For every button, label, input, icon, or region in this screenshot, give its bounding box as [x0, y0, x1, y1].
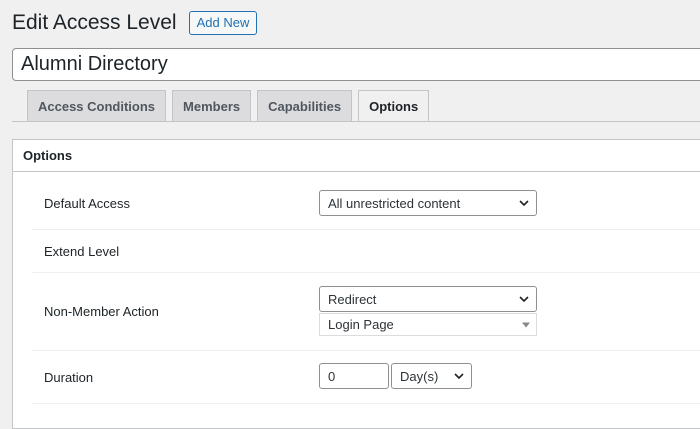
tab-members[interactable]: Members	[172, 90, 252, 121]
options-panel: Options Default Access All unrestricted …	[12, 139, 700, 429]
tab-capabilities[interactable]: Capabilities	[257, 90, 353, 121]
default-access-label: Default Access	[44, 196, 130, 211]
non-member-action-row: Non-Member Action Redirect Login Page	[32, 273, 700, 351]
page-title: Edit Access Level	[12, 11, 177, 34]
default-access-select[interactable]: All unrestricted content	[319, 190, 537, 216]
chevron-down-icon	[454, 373, 464, 379]
non-member-action-label: Non-Member Action	[44, 304, 159, 319]
duration-input[interactable]	[319, 363, 389, 389]
page-header: Edit Access Level Add New	[12, 9, 258, 37]
extend-level-row: Extend Level	[32, 230, 700, 273]
extend-level-label: Extend Level	[44, 244, 120, 259]
default-access-row: Default Access All unrestricted content	[32, 172, 700, 230]
duration-unit-select[interactable]: Day(s)	[391, 363, 472, 389]
tab-options[interactable]: Options	[358, 90, 430, 122]
triangle-down-icon	[522, 322, 530, 327]
non-member-action-value: Redirect	[328, 291, 377, 307]
add-new-button[interactable]: Add New	[188, 11, 258, 35]
tab-access-conditions[interactable]: Access Conditions	[27, 90, 167, 121]
duration-unit-value: Day(s)	[400, 368, 439, 384]
duration-label: Duration	[44, 370, 94, 385]
tabs-divider	[12, 121, 700, 122]
duration-row: Duration Day(s)	[32, 351, 700, 404]
redirect-target-select[interactable]: Login Page	[319, 313, 537, 336]
default-access-value: All unrestricted content	[328, 195, 461, 211]
panel-title: Options	[13, 140, 700, 172]
chevron-down-icon	[519, 296, 529, 302]
non-member-action-select[interactable]: Redirect	[319, 286, 537, 312]
access-level-title-input[interactable]	[12, 48, 700, 81]
tab-bar: Access Conditions Members Capabilities O…	[27, 90, 430, 122]
redirect-target-value: Login Page	[328, 317, 394, 332]
chevron-down-icon	[519, 200, 529, 206]
